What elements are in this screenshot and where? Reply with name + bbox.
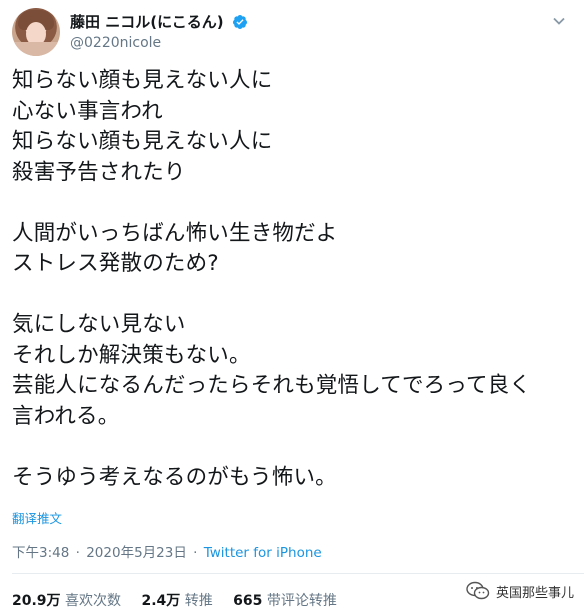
chevron-down-icon[interactable] (552, 14, 566, 28)
tweet-line: 知らない顔も見えない人に (12, 68, 273, 93)
translate-tweet-link[interactable]: 翻译推文 (12, 508, 62, 527)
tweet-stats: 20.9万 喜欢次数 2.4万 转推 665 带评论转推 (12, 590, 353, 610)
verified-badge-icon (232, 14, 247, 29)
tweet-header: 藤田 ニコル(にこるん) @0220nicole (12, 8, 572, 56)
tweet-line: そうゆう考えなるのがもう怖い。 (12, 464, 337, 490)
user-handle[interactable]: @0220nicole (70, 35, 248, 51)
stat-label: 带评论转推 (266, 593, 337, 609)
tweet-line: それしか解決策もない。 (12, 342, 251, 368)
stat-label: 转推 (184, 593, 213, 609)
stat-number: 665 (233, 593, 263, 609)
tweet-line: 知らない顔も見えない人に (12, 129, 273, 154)
watermark: 英国那些事儿 (466, 578, 574, 604)
stat-number: 2.4万 (141, 593, 181, 609)
tweet-line: 言われる。 (12, 403, 120, 429)
stat-retweets[interactable]: 2.4万 转推 (141, 593, 217, 609)
wechat-icon (466, 581, 490, 600)
tweet-meta: 下午3:48 · 2020年5月23日 · Twitter for iPhone (12, 541, 322, 561)
tweet-line: 殺害予告されたり (12, 159, 186, 185)
stat-label: 喜欢次数 (65, 593, 121, 609)
tweet-line: 芸能人になるんだったらそれも覚悟してでろって良く (12, 373, 532, 398)
tweet-line: 人間がいっちばん怖い生き物だよ (12, 220, 338, 246)
avatar[interactable] (12, 8, 60, 56)
tweet-date[interactable]: 2020年5月23日 (86, 545, 187, 561)
tweet-source-link[interactable]: Twitter for iPhone (204, 545, 322, 561)
display-name[interactable]: 藤田 ニコル(にこるん) (70, 11, 224, 32)
tweet-line: 心ない事言われ (12, 98, 163, 124)
tweet-line: ストレス発散のため? (12, 251, 219, 276)
user-info[interactable]: 藤田 ニコル(にこるん) @0220nicole (70, 11, 248, 51)
meta-separator: · (193, 545, 198, 561)
divider (12, 573, 584, 574)
stat-quotes[interactable]: 665 带评论转推 (233, 593, 337, 609)
tweet-time[interactable]: 下午3:48 (12, 545, 69, 561)
tweet-text: 知らない顔も見えない人に 心ない事言われ 知らない顔も見えない人に 殺害予告され… (12, 66, 578, 493)
watermark-text: 英国那些事儿 (495, 585, 574, 601)
meta-separator: · (75, 545, 80, 561)
stat-likes[interactable]: 20.9万 喜欢次数 (12, 593, 125, 609)
tweet-line: 気にしない見ない (12, 312, 186, 337)
stat-number: 20.9万 (12, 593, 61, 609)
